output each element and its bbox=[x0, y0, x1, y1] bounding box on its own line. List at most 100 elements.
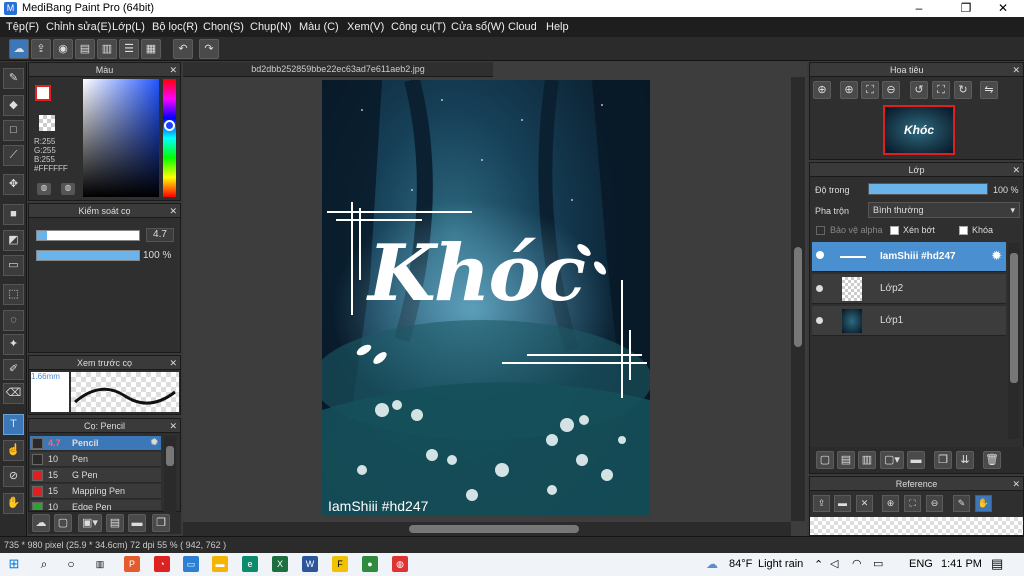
panel-close-icon[interactable]: ✕ bbox=[169, 63, 177, 77]
app-red-icon[interactable]: ◔ bbox=[154, 556, 170, 572]
windows-start-icon[interactable]: ⊞ bbox=[6, 556, 22, 572]
duplicate-brush-icon[interactable]: ❐ bbox=[152, 514, 170, 532]
layer-row-layer2[interactable]: Lớp2 bbox=[812, 274, 1006, 304]
dot-tool-icon[interactable]: □ bbox=[3, 120, 24, 141]
magic-wand-tool-icon[interactable]: ✦ bbox=[3, 334, 24, 355]
layer-row-text[interactable]: IamShiii #hd247 ✹ bbox=[812, 242, 1006, 272]
share-icon[interactable]: ⇪ bbox=[31, 39, 51, 59]
menu-tools[interactable]: Công cụ(T) bbox=[391, 21, 446, 33]
layer-row-layer1[interactable]: Lớp1 bbox=[812, 306, 1006, 336]
visibility-icon[interactable] bbox=[816, 317, 823, 324]
menu-view[interactable]: Xem(V) bbox=[347, 21, 384, 33]
weather-temp[interactable]: 84°F bbox=[729, 558, 752, 570]
menu-filter[interactable]: Bộ lọc(R) bbox=[152, 21, 198, 33]
zoom-in-alt-icon[interactable]: ⊕ bbox=[840, 81, 858, 99]
new-layer-icon[interactable]: ▢ bbox=[816, 451, 834, 469]
brush-size-slider[interactable] bbox=[36, 230, 140, 241]
gear-icon[interactable]: ✹ bbox=[991, 248, 1002, 264]
app-p-icon[interactable]: P bbox=[124, 556, 140, 572]
minimize-button[interactable]: – bbox=[904, 0, 934, 17]
chevron-up-icon[interactable]: ⌃ bbox=[814, 558, 823, 571]
brush-list-scrollbar[interactable] bbox=[164, 436, 176, 512]
protect-alpha-checkbox[interactable] bbox=[816, 226, 825, 235]
word-icon[interactable]: W bbox=[302, 556, 318, 572]
grid-icon[interactable]: ▦ bbox=[141, 39, 161, 59]
gear-icon[interactable]: ✹ bbox=[150, 437, 158, 448]
visibility-icon[interactable] bbox=[816, 285, 823, 292]
hue-slider[interactable] bbox=[163, 79, 176, 197]
add-brush-icon[interactable]: ▢ bbox=[54, 514, 72, 532]
post-icon[interactable]: ▤ bbox=[75, 39, 95, 59]
vertical-scrollbar[interactable] bbox=[791, 77, 805, 521]
close-reference-icon[interactable]: ✕ bbox=[856, 495, 873, 512]
list-icon[interactable]: ☰ bbox=[119, 39, 139, 59]
hand-icon[interactable]: ✋ bbox=[975, 495, 992, 512]
duplicate-layer-icon[interactable]: ❐ bbox=[934, 451, 952, 469]
file-explorer-icon[interactable]: ▬ bbox=[212, 556, 228, 572]
cortana-icon[interactable]: ○ bbox=[63, 556, 79, 572]
search-icon[interactable]: ⌕ bbox=[36, 556, 52, 572]
menu-select[interactable]: Chọn(S) bbox=[203, 21, 244, 33]
eraser-tool-icon[interactable]: ◆ bbox=[3, 95, 24, 116]
cloud-upload-icon[interactable]: ⇪ bbox=[813, 495, 830, 512]
correction-tool-icon[interactable]: ⟋ bbox=[3, 145, 24, 166]
new-1bit-layer-icon[interactable]: ▥ bbox=[858, 451, 876, 469]
edge-icon[interactable]: e bbox=[242, 556, 258, 572]
app-f-icon[interactable]: F bbox=[332, 556, 348, 572]
brush-item-pen[interactable]: 10 Pen bbox=[30, 452, 161, 467]
menu-edit[interactable]: Chỉnh sửa(E) bbox=[46, 21, 111, 33]
brush-item-edge-pen[interactable]: 10 Edge Pen bbox=[30, 500, 161, 511]
panel-close-icon[interactable]: ✕ bbox=[1012, 163, 1020, 177]
clipping-checkbox[interactable] bbox=[890, 226, 899, 235]
horizontal-scrollbar[interactable] bbox=[183, 522, 791, 536]
palette-icon[interactable]: ◍ bbox=[37, 183, 51, 195]
brush-opacity-slider[interactable] bbox=[36, 250, 140, 261]
select-eraser-tool-icon[interactable]: ⌫ bbox=[3, 383, 24, 404]
select-pen-tool-icon[interactable]: ✐ bbox=[3, 359, 24, 380]
network-icon[interactable]: ◠ bbox=[852, 557, 862, 570]
zoom-in-icon[interactable]: ⊕ bbox=[882, 495, 899, 512]
text-tool-icon[interactable]: T bbox=[3, 414, 24, 435]
speaker-icon[interactable]: ◁ bbox=[830, 557, 838, 570]
menu-layer[interactable]: Lớp(L) bbox=[112, 21, 145, 33]
hand-tool-icon[interactable]: ✋ bbox=[3, 493, 24, 514]
folder-icon[interactable]: ▬ bbox=[907, 451, 925, 469]
panel-close-icon[interactable]: ✕ bbox=[1012, 477, 1020, 491]
bucket-tool-icon[interactable]: ◩ bbox=[3, 230, 24, 251]
menu-file[interactable]: Tệp(F) bbox=[6, 21, 39, 33]
foreground-color-swatch[interactable] bbox=[35, 85, 51, 101]
hue-slider-handle[interactable] bbox=[164, 120, 175, 131]
rotate-left-icon[interactable]: ↺ bbox=[910, 81, 928, 99]
panel-close-icon[interactable]: ✕ bbox=[169, 204, 177, 218]
chrome-icon[interactable]: ● bbox=[362, 556, 378, 572]
select-tool-icon[interactable]: ⬚ bbox=[3, 284, 24, 305]
panel-close-icon[interactable]: ✕ bbox=[169, 419, 177, 433]
fit-icon[interactable]: ⛶ bbox=[904, 495, 921, 512]
operation-tool-icon[interactable]: ☝ bbox=[3, 440, 24, 461]
menu-help[interactable]: Help bbox=[546, 21, 569, 33]
battery-icon[interactable]: ▭ bbox=[873, 557, 883, 570]
folder-icon[interactable]: ▬ bbox=[128, 514, 146, 532]
new-halftone-layer-icon[interactable]: ▤ bbox=[837, 451, 855, 469]
menu-snap[interactable]: Chụp(N) bbox=[250, 21, 292, 33]
menu-color[interactable]: Màu (C) bbox=[299, 21, 339, 33]
document-canvas[interactable]: Khóc IamShiii #hd247 bbox=[322, 80, 650, 516]
menu-cloud[interactable]: Cloud bbox=[508, 21, 537, 33]
cloud-icon[interactable]: ☁ bbox=[9, 39, 29, 59]
redo-icon[interactable]: ↷ bbox=[199, 39, 219, 59]
language-indicator[interactable]: ENG bbox=[909, 558, 933, 570]
cloud-brush-icon[interactable]: ☁ bbox=[32, 514, 50, 532]
merge-layer-icon[interactable]: ⇊ bbox=[956, 451, 974, 469]
add-layer-menu-icon[interactable]: ▢▾ bbox=[880, 451, 904, 469]
clock[interactable]: 1:41 PM bbox=[941, 558, 982, 570]
weather-icon[interactable]: ☁ bbox=[706, 557, 718, 571]
menu-window[interactable]: Cửa sổ(W) bbox=[451, 21, 505, 33]
maximize-button[interactable]: ❐ bbox=[951, 0, 981, 17]
medibang-taskbar-icon[interactable]: ◍ bbox=[392, 556, 408, 572]
zoom-in-icon[interactable]: ⊕ bbox=[813, 81, 831, 99]
page-icon[interactable]: ▥ bbox=[97, 39, 117, 59]
brush-menu-icon[interactable]: ▣▾ bbox=[78, 514, 102, 532]
lasso-tool-icon[interactable]: ◌ bbox=[3, 310, 24, 331]
undo-icon[interactable]: ↶ bbox=[173, 39, 193, 59]
fit-icon[interactable]: ⛶ bbox=[861, 81, 879, 99]
